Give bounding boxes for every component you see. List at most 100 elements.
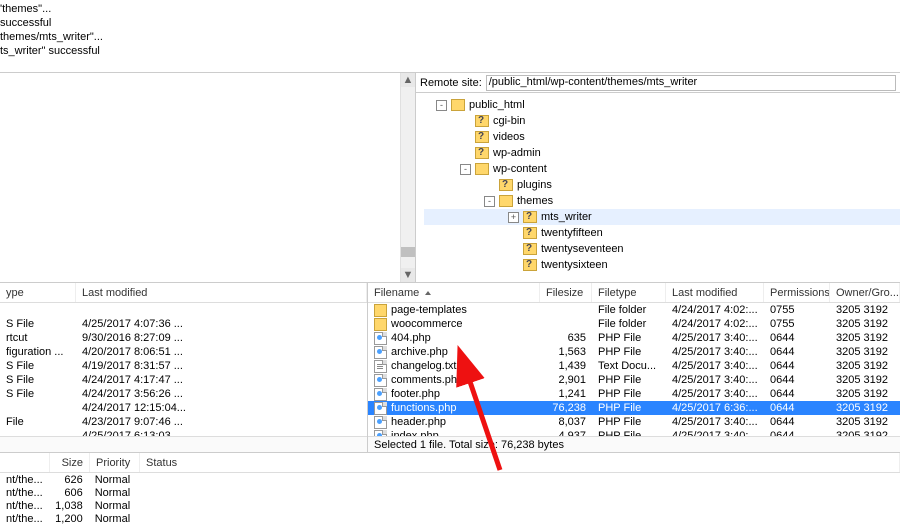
list-item[interactable]: header.php8,037PHP File4/25/2017 3:40:..… (368, 415, 900, 429)
col-permissions[interactable]: Permissions (764, 283, 830, 302)
file-icon (374, 360, 387, 373)
tree-node[interactable]: - themes (424, 193, 900, 209)
file-name: functions.php (391, 402, 456, 414)
scrollbar[interactable]: ▲ ▼ (400, 73, 415, 282)
col-filename[interactable]: Filename (368, 283, 540, 302)
remote-header: Filename Filesize Filetype Last modified… (368, 283, 900, 303)
folder-icon (523, 243, 537, 255)
tree-label: wp-admin (493, 147, 541, 159)
list-item[interactable]: rtcut9/30/2016 8:27:09 ... (0, 331, 367, 345)
list-item[interactable]: S File4/24/2017 3:56:26 ... (0, 387, 367, 401)
tree-node[interactable]: twentyseventeen (424, 241, 900, 257)
remote-path-input[interactable]: /public_html/wp-content/themes/mts_write… (486, 75, 896, 91)
folder-icon (475, 131, 489, 143)
log-line: ts_writer" successful (0, 44, 900, 58)
remote-tree[interactable]: - public_html cgi-bin videos wp-admin - wp-con… (416, 93, 900, 282)
list-item[interactable]: S File4/24/2017 4:17:47 ... (0, 373, 367, 387)
tree-label: twentyfifteen (541, 227, 603, 239)
tree-label: cgi-bin (493, 115, 525, 127)
tree-node[interactable]: twentyfifteen (424, 225, 900, 241)
list-item[interactable]: S File4/19/2017 8:31:57 ... (0, 359, 367, 373)
file-icon (374, 318, 387, 331)
queue-item[interactable]: nt/the...1,038Normal (0, 499, 900, 512)
tree-node[interactable]: - public_html (424, 97, 900, 113)
tree-label: twentyseventeen (541, 243, 624, 255)
tree-label: mts_writer (541, 211, 592, 223)
list-item[interactable] (0, 303, 367, 317)
list-item[interactable]: page-templatesFile folder4/24/2017 4:02:… (368, 303, 900, 317)
file-name: header.php (391, 416, 446, 428)
log-panel: 'themes"... successful themes/mts_writer… (0, 0, 900, 72)
scroll-up-icon[interactable]: ▲ (401, 73, 415, 87)
transfer-queue[interactable]: Size Priority Status nt/the...626Normaln… (0, 452, 900, 498)
tree-node[interactable]: - wp-content (424, 161, 900, 177)
file-icon (374, 430, 387, 437)
file-name: woocommerce (391, 318, 463, 330)
tree-label: wp-content (493, 163, 547, 175)
tree-toggle[interactable]: - (460, 164, 471, 175)
col-status[interactable]: Status (140, 453, 900, 472)
scroll-thumb[interactable] (401, 247, 415, 257)
list-item[interactable]: 4/25/2017 6:13:03 ... (0, 429, 367, 436)
col-filetype[interactable]: Filetype (592, 283, 666, 302)
list-item[interactable]: 4/24/2017 12:15:04... (0, 401, 367, 415)
folder-icon (499, 179, 513, 191)
file-name: footer.php (391, 388, 440, 400)
queue-item[interactable]: nt/the...626Normal (0, 473, 900, 486)
log-line: themes/mts_writer"... (0, 30, 900, 44)
list-item[interactable]: changelog.txt1,439Text Docu...4/25/2017 … (368, 359, 900, 373)
queue-item[interactable]: nt/the...1,200Normal (0, 512, 900, 525)
list-item[interactable]: File4/23/2017 9:07:46 ... (0, 415, 367, 429)
tree-node[interactable]: twentysixteen (424, 257, 900, 273)
col-size[interactable]: Size (50, 453, 90, 472)
local-tree-panel[interactable]: ▲ ▼ (0, 73, 416, 282)
col-path[interactable] (0, 453, 50, 472)
tree-node[interactable]: cgi-bin (424, 113, 900, 129)
log-line: successful (0, 16, 900, 30)
file-name: archive.php (391, 346, 448, 358)
tree-label: themes (517, 195, 553, 207)
tree-node[interactable]: videos (424, 129, 900, 145)
list-item[interactable]: functions.php76,238PHP File4/25/2017 6:3… (368, 401, 900, 415)
file-name: changelog.txt (391, 360, 456, 372)
tree-toggle[interactable]: - (484, 196, 495, 207)
remote-file-list[interactable]: Filename Filesize Filetype Last modified… (368, 283, 900, 452)
list-item[interactable]: 404.php635PHP File4/25/2017 3:40:...0644… (368, 331, 900, 345)
list-item[interactable]: footer.php1,241PHP File4/25/2017 3:40:..… (368, 387, 900, 401)
local-status (0, 436, 367, 452)
scroll-down-icon[interactable]: ▼ (401, 268, 415, 282)
log-line: 'themes"... (0, 2, 900, 16)
list-item[interactable]: comments.php2,901PHP File4/25/2017 3:40:… (368, 373, 900, 387)
tree-node[interactable]: wp-admin (424, 145, 900, 161)
col-last-modified[interactable]: Last modified (76, 283, 367, 302)
list-item[interactable]: archive.php1,563PHP File4/25/2017 3:40:.… (368, 345, 900, 359)
list-item[interactable]: index.php4,937PHP File4/25/2017 3:40:...… (368, 429, 900, 436)
tree-toggle[interactable]: + (508, 212, 519, 223)
tree-node[interactable]: plugins (424, 177, 900, 193)
remote-label: Remote site: (416, 77, 486, 89)
tree-toggle[interactable]: - (436, 100, 447, 111)
col-last-modified[interactable]: Last modified (666, 283, 764, 302)
file-icon (374, 388, 387, 401)
tree-label: twentysixteen (541, 259, 608, 271)
list-item[interactable]: figuration ...4/20/2017 8:06:51 ... (0, 345, 367, 359)
file-icon (374, 374, 387, 387)
tree-label: plugins (517, 179, 552, 191)
tree-label: videos (493, 131, 525, 143)
list-item[interactable]: S File4/25/2017 4:07:36 ... (0, 317, 367, 331)
col-priority[interactable]: Priority (90, 453, 140, 472)
local-header: ype Last modified (0, 283, 367, 303)
col-filesize[interactable]: Filesize (540, 283, 592, 302)
queue-item[interactable]: nt/the...606Normal (0, 486, 900, 499)
folder-icon (475, 163, 489, 175)
remote-status: Selected 1 file. Total size: 76,238 byte… (368, 436, 900, 452)
queue-header: Size Priority Status (0, 453, 900, 473)
local-file-list[interactable]: ype Last modified S File4/25/2017 4:07:3… (0, 283, 368, 452)
folder-icon (451, 99, 465, 111)
col-filetype[interactable]: ype (0, 283, 76, 302)
folder-icon (475, 115, 489, 127)
tree-label: public_html (469, 99, 525, 111)
tree-node[interactable]: + mts_writer (424, 209, 900, 225)
list-item[interactable]: woocommerceFile folder4/24/2017 4:02:...… (368, 317, 900, 331)
col-owner[interactable]: Owner/Gro... (830, 283, 900, 302)
